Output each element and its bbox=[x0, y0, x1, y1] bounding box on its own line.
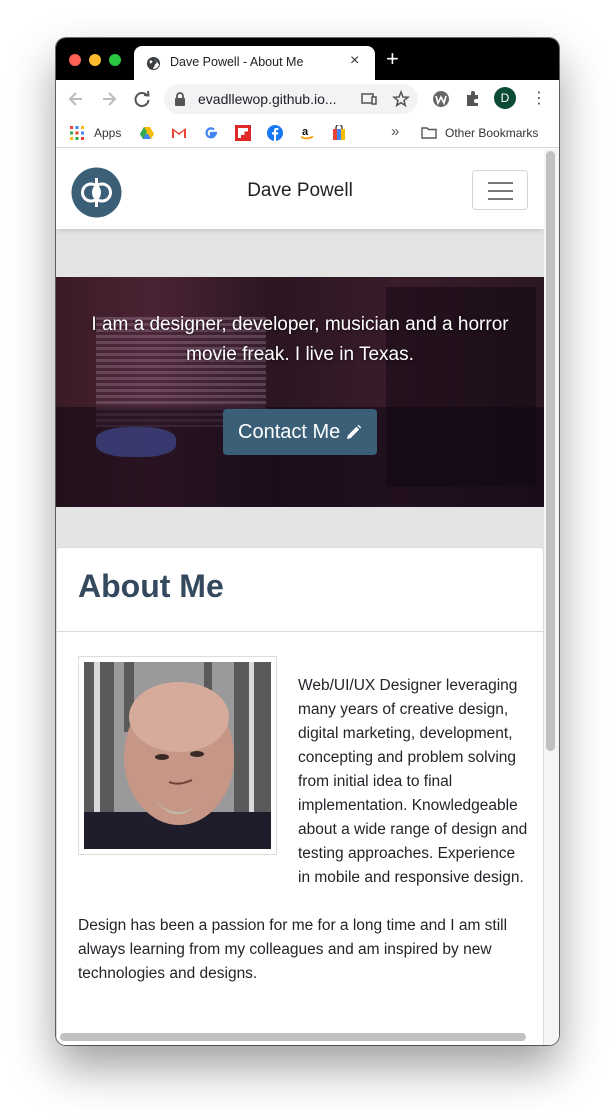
folder-icon[interactable] bbox=[421, 125, 437, 141]
about-card-header: About Me bbox=[57, 548, 543, 632]
about-bio: Web/UI/UX Designer leveraging many years… bbox=[78, 674, 530, 1010]
back-icon[interactable] bbox=[66, 89, 86, 109]
bookmark-facebook-icon[interactable] bbox=[267, 125, 283, 141]
reload-icon[interactable] bbox=[132, 89, 152, 109]
bookmark-google-icon[interactable] bbox=[203, 125, 219, 141]
address-bar[interactable]: evadllewop.github.io... bbox=[164, 84, 418, 114]
puzzle-icon[interactable] bbox=[462, 88, 484, 110]
hero-banner: I am a designer, developer, musician and… bbox=[56, 277, 544, 507]
bookmark-gmail-icon[interactable] bbox=[171, 125, 187, 141]
minimize-window-button[interactable] bbox=[89, 54, 101, 66]
bookmark-apps[interactable]: Apps bbox=[94, 126, 121, 140]
bookmark-other-bookmarks[interactable]: Other Bookmarks bbox=[445, 126, 538, 140]
globe-icon bbox=[146, 56, 161, 71]
bookmark-bag-icon[interactable] bbox=[331, 125, 347, 141]
browser-menu-icon[interactable]: ⋮ bbox=[531, 89, 547, 109]
tab-bar: Dave Powell - About Me × + bbox=[56, 38, 559, 80]
bookmarks-bar: Apps a » Other Bookmarks bbox=[56, 118, 559, 148]
close-window-button[interactable] bbox=[69, 54, 81, 66]
vertical-scrollbar-thumb[interactable] bbox=[546, 151, 555, 751]
extension-icon[interactable] bbox=[430, 88, 452, 110]
horizontal-scrollbar-thumb[interactable] bbox=[60, 1033, 526, 1041]
bio-paragraph: Design has been a passion for me for a l… bbox=[78, 917, 508, 982]
bookmark-drive-icon[interactable] bbox=[139, 125, 155, 141]
close-tab-icon[interactable]: × bbox=[350, 52, 359, 70]
forward-icon[interactable] bbox=[99, 89, 119, 109]
browser-toolbar: evadllewop.github.io... D ⋮ bbox=[56, 80, 559, 118]
about-card: About Me Web/UI/UX Designer leveraging m… bbox=[56, 547, 544, 1045]
tab-title: Dave Powell - About Me bbox=[170, 55, 304, 69]
contact-me-label: Contact Me bbox=[238, 421, 341, 443]
svg-text:a: a bbox=[302, 126, 309, 138]
pencil-icon bbox=[347, 424, 362, 439]
browser-window: Dave Powell - About Me × + evadllewop.gi… bbox=[56, 38, 559, 1045]
about-title: About Me bbox=[78, 568, 224, 604]
site-name[interactable]: Dave Powell bbox=[56, 180, 544, 202]
hero-text: I am a designer, developer, musician and… bbox=[91, 314, 509, 365]
page-viewport: Dave Powell I am a designer, developer, … bbox=[56, 149, 559, 1045]
hamburger-icon[interactable] bbox=[472, 170, 528, 210]
new-tab-button[interactable]: + bbox=[386, 48, 399, 70]
zoom-window-button[interactable] bbox=[109, 54, 121, 66]
site-navbar: Dave Powell bbox=[56, 149, 544, 229]
star-icon[interactable] bbox=[392, 90, 410, 108]
bookmark-amazon-icon[interactable]: a bbox=[299, 125, 315, 141]
bookmark-flipboard-icon[interactable] bbox=[235, 125, 251, 141]
contact-me-button[interactable]: Contact Me bbox=[223, 409, 377, 455]
apps-icon[interactable] bbox=[69, 125, 85, 141]
bookmarks-overflow-button[interactable]: » bbox=[391, 123, 399, 140]
lock-icon[interactable] bbox=[174, 92, 186, 106]
cast-icon[interactable] bbox=[360, 90, 378, 108]
url-text[interactable]: evadllewop.github.io... bbox=[198, 91, 337, 107]
profile-avatar[interactable]: D bbox=[494, 87, 516, 109]
browser-tab[interactable]: Dave Powell - About Me × bbox=[134, 46, 375, 80]
